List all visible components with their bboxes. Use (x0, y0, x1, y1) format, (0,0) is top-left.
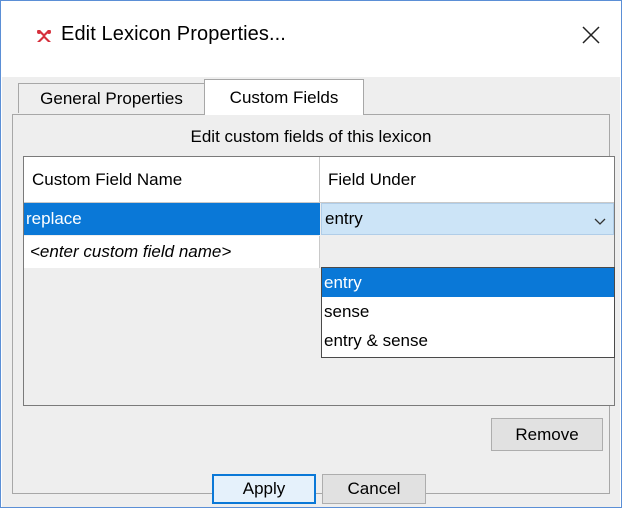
custom-field-name-cell[interactable]: replace (24, 203, 320, 235)
chevron-down-icon[interactable] (593, 213, 607, 227)
option-entry[interactable]: entry (322, 268, 614, 297)
tab-label: Custom Fields (229, 87, 339, 107)
column-header-field-under[interactable]: Field Under (320, 157, 614, 202)
tab-custom-fields[interactable]: Custom Fields (204, 79, 364, 115)
close-icon (581, 25, 601, 50)
new-custom-field-name-cell[interactable]: <enter custom field name> (24, 236, 320, 268)
table-row[interactable]: <enter custom field name> (24, 236, 614, 268)
field-under-options-list[interactable]: entry sense entry & sense (321, 267, 615, 358)
window-title: Edit Lexicon Properties... (61, 23, 286, 45)
table-row[interactable]: replace entry (24, 203, 614, 235)
table-header: Custom Field Name Field Under (24, 157, 614, 203)
close-button[interactable] (571, 17, 611, 57)
tab-label: General Properties (40, 88, 183, 108)
custom-fields-table: Custom Field Name Field Under replace en… (23, 156, 615, 406)
option-entry-and-sense[interactable]: entry & sense (322, 326, 614, 355)
dialog-content: General Properties Custom Fields Edit cu… (2, 77, 620, 507)
title-bar[interactable]: Edit Lexicon Properties... (1, 1, 621, 77)
option-sense[interactable]: sense (322, 297, 614, 326)
cancel-button[interactable]: Cancel (322, 474, 426, 504)
lexicon-app-icon (35, 28, 53, 46)
dropdown-value: entry (325, 209, 363, 228)
field-under-dropdown[interactable]: entry (321, 203, 614, 235)
tab-general-properties[interactable]: General Properties (18, 83, 205, 113)
remove-button[interactable]: Remove (491, 418, 603, 451)
panel-heading: Edit custom fields of this lexicon (190, 127, 432, 146)
custom-fields-panel: Edit custom fields of this lexicon Custo… (12, 114, 615, 494)
apply-button[interactable]: Apply (212, 474, 316, 504)
column-header-custom-field-name[interactable]: Custom Field Name (24, 157, 320, 202)
dialog-window: Edit Lexicon Properties... General Prope… (0, 0, 622, 508)
